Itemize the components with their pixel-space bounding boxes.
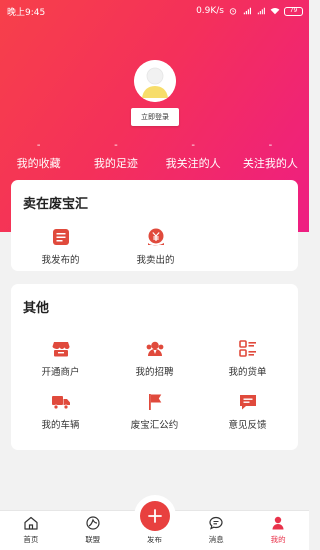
feedback-icon [239,395,256,410]
item-label: 我的招聘 [135,367,174,378]
other-section-title: 其他 [23,301,50,316]
my-recruit-item[interactable]: 我的招聘 [107,339,202,378]
tab-label: 联盟 [85,535,101,544]
person-icon [272,516,284,530]
recruit-icon [146,341,163,356]
tab-alliance[interactable]: 联盟 [62,511,124,550]
tab-messages[interactable]: 消息 [185,511,247,550]
stat-followers[interactable]: - 关注我的人 [232,140,309,176]
alarm-icon [229,8,237,15]
stat-label: 我的足迹 [93,157,138,170]
seller-card: 卖在废宝汇 我发布的 我卖出的 [11,180,298,271]
published-list-icon [52,229,69,245]
stat-label: 关注我的人 [242,157,298,170]
tab-mine[interactable]: 我的 [247,511,309,550]
wifi-icon [270,8,280,15]
signal-icon-2 [257,7,265,15]
my-vehicles-item[interactable]: 我的车辆 [13,392,108,431]
home-icon [24,516,38,530]
status-time: 晚上9:45 [7,7,46,18]
network-speed: 0.9K/s [196,6,224,16]
other-card: 其他 开通商户 我的招聘 我的货单 我的车辆 废宝汇公约 意见反馈 [11,284,298,450]
profile-stats: - 我的收藏 - 我的足迹 - 我关注的人 - 关注我的人 [0,140,309,176]
stat-value: - [36,140,41,151]
stat-label: 我关注的人 [165,157,221,170]
my-sold-item[interactable]: 我卖出的 [108,227,203,266]
store-icon [52,342,69,357]
publish-button[interactable] [140,501,170,531]
truck-icon [51,396,70,410]
alliance-icon [86,516,100,530]
item-label: 开通商户 [41,367,80,378]
order-list-icon [238,340,256,357]
stat-value: - [191,140,195,151]
tab-home[interactable]: 首页 [0,511,62,550]
avatar[interactable] [134,60,176,102]
feedback-item[interactable]: 意见反馈 [200,392,295,431]
my-orders-item[interactable]: 我的货单 [200,339,295,378]
open-merchant-item[interactable]: 开通商户 [13,339,108,378]
status-bar: 晚上9:45 0.9K/s 79 [0,0,309,22]
item-label: 废宝汇公约 [130,420,179,431]
login-button[interactable]: 立即登录 [131,108,179,126]
stat-following[interactable]: - 我关注的人 [155,140,232,176]
tab-label: 消息 [208,535,224,544]
item-label: 我卖出的 [136,255,175,266]
stat-value: - [268,140,273,151]
avatar-placeholder-icon [134,60,176,102]
seller-section-title: 卖在废宝汇 [23,197,89,212]
stat-favorites[interactable]: - 我的收藏 [0,140,77,176]
flag-icon [148,394,161,410]
sold-yen-icon [147,228,164,246]
stat-value: - [114,140,118,151]
item-label: 我的货单 [228,367,267,378]
battery-icon: 79 [284,6,303,16]
item-label: 我的车辆 [41,420,80,431]
item-label: 我发布的 [41,255,80,266]
item-label: 意见反馈 [228,420,267,431]
signal-icon [243,7,251,15]
tab-label: 首页 [23,535,39,544]
message-icon [209,516,223,530]
plus-icon [148,509,162,523]
stat-history[interactable]: - 我的足迹 [77,140,154,176]
my-published-item[interactable]: 我发布的 [13,227,108,266]
tab-label: 我的 [270,535,286,544]
convention-item[interactable]: 废宝汇公约 [107,392,202,431]
stat-label: 我的收藏 [16,157,61,170]
